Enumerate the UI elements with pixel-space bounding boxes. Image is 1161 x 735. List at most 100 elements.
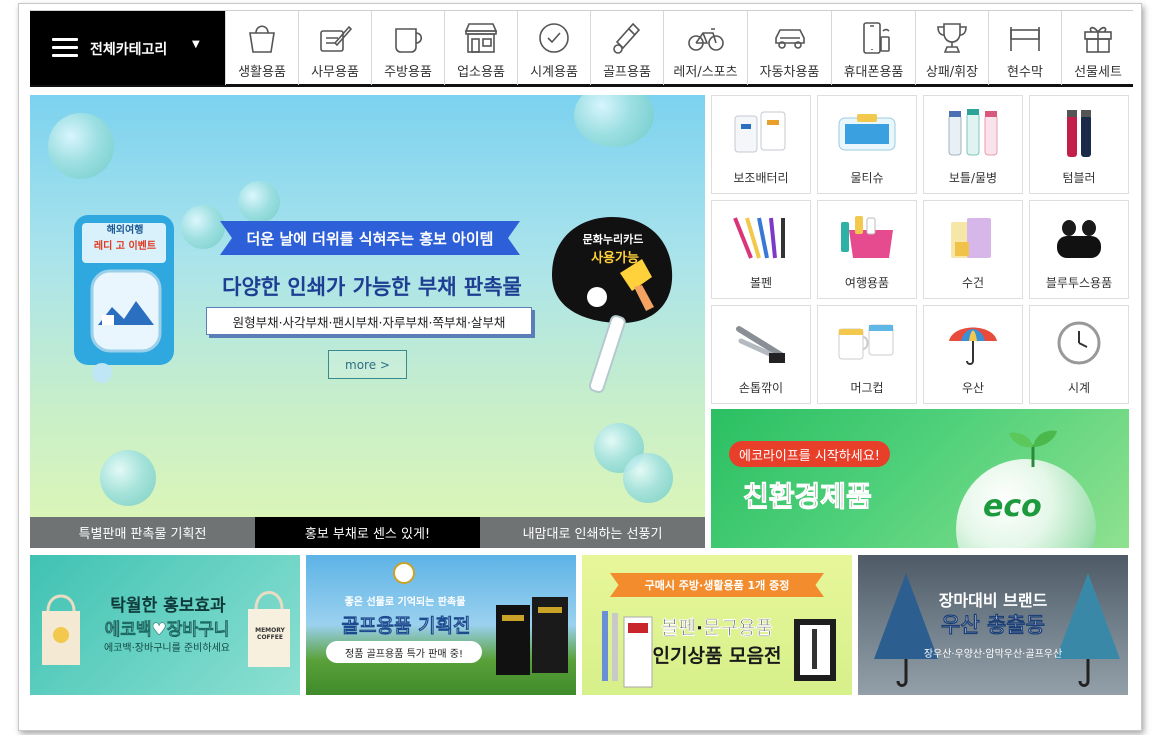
- category-item-banner[interactable]: 현수막: [988, 11, 1061, 85]
- wet-tissue-image: [838, 114, 896, 151]
- decor-bubble: [100, 450, 156, 506]
- category-item-leisure[interactable]: 레저/스포츠: [663, 11, 747, 85]
- travel-kit-image: [841, 216, 893, 258]
- hero-ribbon: 더운 날에 더위를 식혀주는 홍보 아이템: [220, 221, 520, 255]
- category-item-kitchen[interactable]: 주방용품: [371, 11, 444, 85]
- pen-writing-icon: [320, 25, 353, 52]
- category-item-golf[interactable]: 골프용품: [590, 11, 663, 85]
- category-label: 생활용품: [238, 65, 286, 80]
- product-nail-clipper[interactable]: 손톱깎이: [711, 305, 811, 404]
- category-item-business[interactable]: 업소용품: [444, 11, 517, 85]
- promo-stationery-line2: 볼펜·문구용품: [660, 617, 774, 639]
- promo-stationery-line1: 구매시 주방·생활용품 1개 증정: [644, 579, 790, 592]
- umbrella-image: [949, 327, 997, 365]
- product-bluetooth[interactable]: 블루투스용품: [1029, 200, 1129, 299]
- bicycle-icon: [687, 28, 724, 51]
- product-label: 블루투스용품: [1045, 276, 1113, 290]
- product-ballpen[interactable]: 볼펜: [711, 200, 811, 299]
- category-item-trophy[interactable]: 상패/휘장: [915, 11, 988, 85]
- tumbler-image: [1067, 110, 1091, 157]
- product-label: 볼펜: [749, 276, 773, 290]
- product-travel-kit[interactable]: 여행용품: [817, 200, 917, 299]
- product-label: 수건: [961, 276, 985, 290]
- product-label: 시계: [1067, 381, 1091, 395]
- promo-golf[interactable]: 좋은 선물로 기억되는 판촉물 골프용품 기획전 정품 골프용품 특가 판매 중…: [306, 555, 576, 695]
- product-label: 텀블러: [1062, 171, 1096, 185]
- shopping-bag-icon: [249, 25, 275, 53]
- car-icon: [774, 29, 805, 49]
- category-label: 주방용품: [384, 65, 432, 80]
- promo-ecobag-line2: 에코백♥장바구니: [104, 620, 230, 641]
- category-label: 사무용품: [311, 65, 359, 80]
- mug-cup-image: [838, 324, 894, 360]
- decor-bubble: [574, 95, 654, 147]
- left-fan-line2: 레디 고 이벤트: [93, 241, 157, 252]
- pen-box-image: [794, 619, 836, 681]
- nail-clipper-image: [736, 326, 785, 363]
- banner-icon: [1010, 27, 1040, 51]
- left-fan-line1: 해외여행: [106, 225, 144, 236]
- product-wet-tissue[interactable]: 물티슈: [817, 95, 917, 194]
- hero-banner[interactable]: 해외여행 레디 고 이벤트 문화누리카드 사용가능 더운 날에 더위를 식혀주는…: [30, 95, 705, 548]
- category-bar: 전체카테고리 ▼ 생활용품 사무용품 주방용품 업소용품 시계용품 골프용품 레…: [30, 10, 1133, 87]
- promo-umbrella-line2: 우산 총출동: [941, 613, 1045, 638]
- more-button[interactable]: more >: [328, 350, 407, 379]
- product-bottle[interactable]: 보틀/물병: [923, 95, 1023, 194]
- category-label: 골프용품: [603, 65, 651, 80]
- promo-stationery[interactable]: 구매시 주방·생활용품 1개 증정 볼펜·문구용품 인기상품 모음전: [582, 555, 852, 695]
- promo-golf-line1: 좋은 선물로 기억되는 판촉물: [344, 597, 466, 608]
- category-label: 현수막: [1007, 65, 1043, 80]
- hero-tab-fan[interactable]: 홍보 부채로 센스 있게!: [255, 517, 480, 548]
- category-label: 자동차용품: [759, 65, 820, 80]
- promo-umbrella-line3: 장우산·우양산·암막우산·골프우산: [923, 649, 1063, 660]
- power-bank-image: [734, 111, 786, 153]
- hero-tab-special-sale[interactable]: 특별판매 판촉물 기획전: [30, 517, 255, 548]
- category-label: 상패/휘장: [925, 65, 979, 80]
- gift-box-icon: [1084, 26, 1112, 53]
- eco-tag: 에코라이프를 시작하세요!: [729, 441, 890, 467]
- golf-ball-icon: [393, 562, 415, 584]
- decor-bubble: [238, 181, 280, 223]
- product-mug[interactable]: 머그컵: [817, 305, 917, 404]
- hero-tab-electric-fan[interactable]: 내맘대로 인쇄하는 선풍기: [480, 517, 705, 548]
- category-label: 레저/스포츠: [673, 65, 738, 80]
- product-clock[interactable]: 시계: [1029, 305, 1129, 404]
- product-tumbler[interactable]: 텀블러: [1029, 95, 1129, 194]
- promo-golf-line2: 골프용품 기획전: [341, 615, 471, 638]
- all-categories-button[interactable]: 전체카테고리 ▼: [30, 11, 225, 85]
- ecobag-image: [42, 594, 80, 665]
- product-umbrella[interactable]: 우산: [923, 305, 1023, 404]
- mug-icon: [395, 28, 423, 53]
- category-item-car[interactable]: 자동차용품: [747, 11, 831, 85]
- category-item-clock[interactable]: 시계용품: [517, 11, 590, 85]
- promo-ecobag-line3: 에코백·장바구니를 준비하세요: [104, 643, 230, 654]
- product-label: 보틀/물병: [948, 171, 998, 185]
- product-power-bank[interactable]: 보조배터리: [711, 95, 811, 194]
- product-label: 여행용품: [844, 276, 890, 290]
- promo-umbrella[interactable]: 장마대비 브랜드 우산 총출동 장우산·우양산·암막우산·골프우산: [858, 555, 1128, 695]
- clock-icon: [539, 23, 569, 53]
- hero-title: 다양한 인쇄가 가능한 부채 판촉물: [222, 275, 522, 299]
- product-label: 머그컵: [850, 381, 884, 395]
- sprout-icon: [1009, 430, 1057, 467]
- product-label: 물티슈: [850, 171, 884, 185]
- storefront-icon: [464, 23, 498, 53]
- golf-club-icon: [613, 22, 641, 54]
- trophy-icon: [937, 23, 967, 53]
- eco-banner[interactable]: 에코라이프를 시작하세요! 친환경제품 eco: [711, 409, 1129, 548]
- promo-ecobag[interactable]: MEMORY COFFEE 탁월한 홍보효과 에코백♥장바구니 에코백·장바구니…: [30, 555, 300, 695]
- category-label: 선물세트: [1074, 65, 1122, 80]
- category-item-phone[interactable]: 휴대폰용품: [831, 11, 915, 85]
- right-fan-line2: 사용가능: [591, 251, 639, 266]
- wall-clock-image: [1057, 321, 1101, 365]
- category-item-gift[interactable]: 선물세트: [1061, 11, 1134, 85]
- product-towel[interactable]: 수건: [923, 200, 1023, 299]
- promo-umbrella-line1: 장마대비 브랜드: [938, 591, 1048, 610]
- product-label: 우산: [961, 381, 985, 395]
- category-label: 휴대폰용품: [843, 65, 904, 80]
- category-list: 생활용품 사무용품 주방용품 업소용품 시계용품 골프용품 레저/스포츠 자동차…: [225, 11, 1134, 85]
- category-item-living[interactable]: 생활용품: [225, 11, 298, 85]
- category-label: 시계용품: [530, 65, 578, 80]
- promo-ecobag-line1: 탁월한 홍보효과: [110, 596, 226, 616]
- category-item-office[interactable]: 사무용품: [298, 11, 371, 85]
